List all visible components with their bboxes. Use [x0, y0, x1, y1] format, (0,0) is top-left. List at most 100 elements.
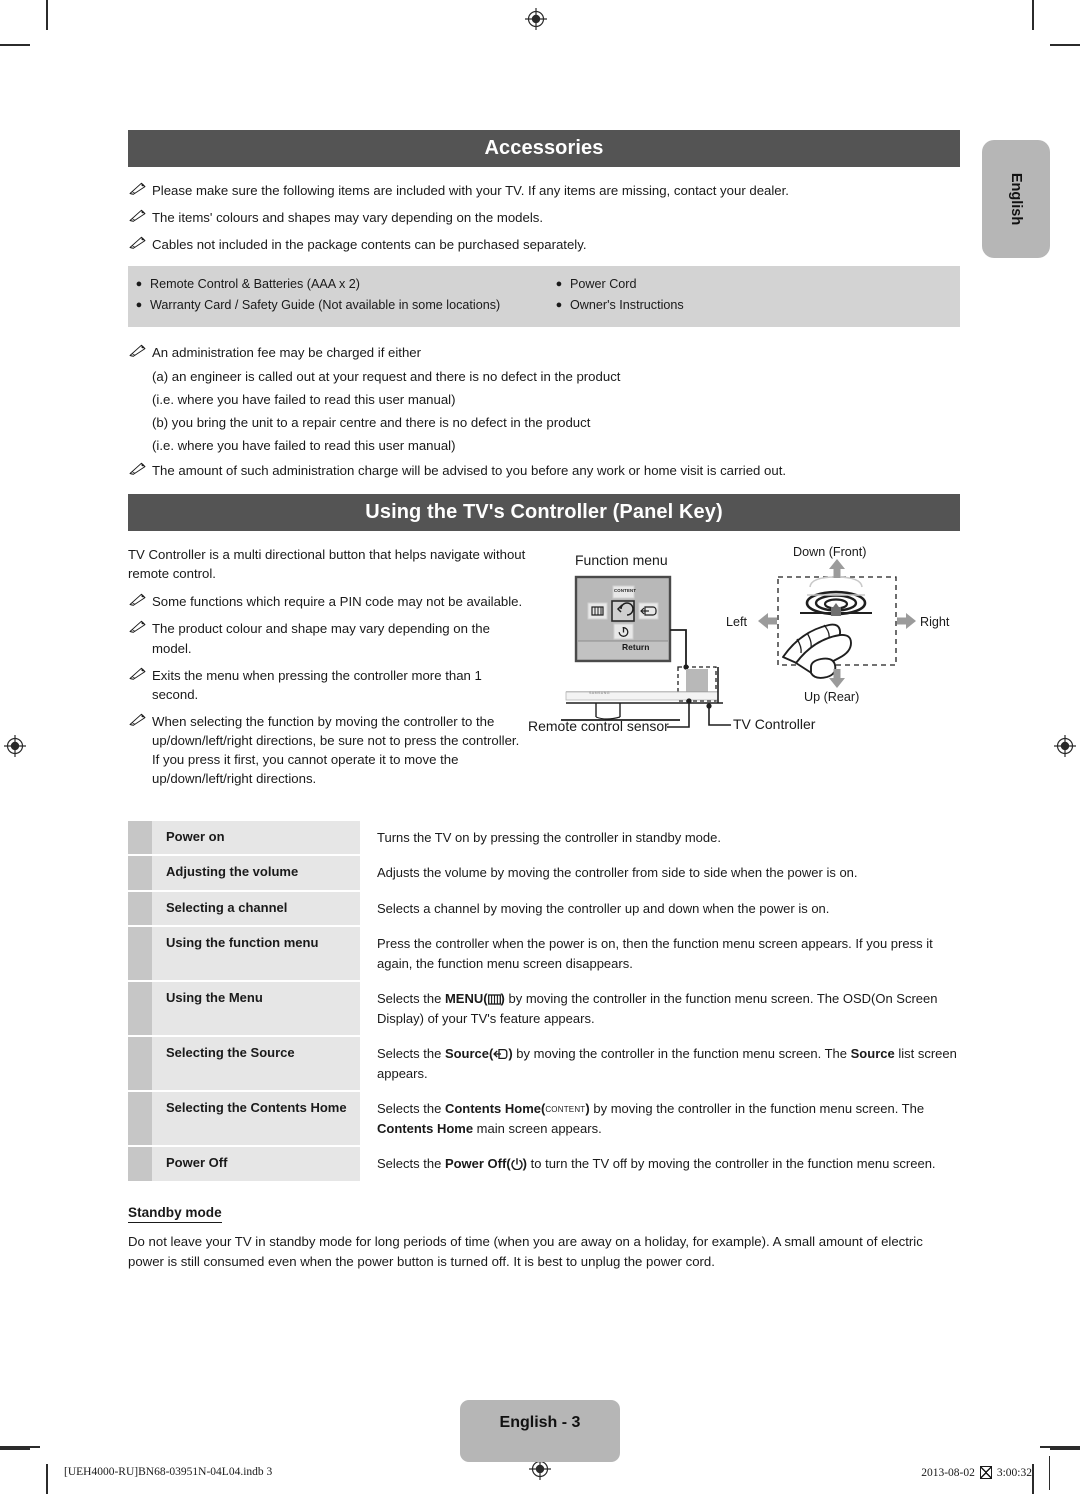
note-text: The items' colours and shapes may vary d…: [152, 210, 544, 226]
administration-fee-block: An administration fee may be charged if …: [128, 343, 960, 480]
tv-controller-diagram: Function menu Return CONTENT SAMSUNG Rem…: [528, 545, 960, 760]
row-label: Power Off: [152, 1147, 360, 1181]
controller-body: TV Controller is a multi directional but…: [128, 545, 960, 797]
footer-tick-right: [1048, 1456, 1050, 1490]
list-item-label: Warranty Card / Safety Guide (Not availa…: [150, 297, 501, 312]
pencil-icon: [128, 461, 148, 475]
row-gutter: [128, 820, 152, 855]
table-row: Adjusting the volume Adjusts the volume b…: [128, 856, 960, 890]
list-item-label: Power Cord: [570, 277, 637, 292]
fee-line: (i.e. where you have failed to read this…: [152, 437, 456, 453]
desc-text: Adjusts the volume by moving the control…: [377, 865, 858, 881]
direction-label-up: Up (Rear): [804, 689, 860, 704]
list-item: ● Warranty Card / Safety Guide (Not avai…: [128, 296, 540, 317]
controller-intro: TV Controller is a multi directional but…: [128, 546, 526, 582]
desc-text: Turns the TV on by pressing the controll…: [377, 829, 721, 845]
note-text: Exits the menu when pressing the control…: [152, 667, 482, 702]
standby-section: Standby mode Do not leave your TV in sta…: [128, 1183, 960, 1272]
row-gutter: [128, 1092, 152, 1146]
note-text: When selecting the function by moving th…: [152, 713, 520, 787]
note-text: An administration fee may be charged if …: [152, 345, 422, 361]
note-item: The product colour and shape may vary de…: [128, 619, 528, 657]
note-item: Exits the menu when pressing the control…: [128, 666, 528, 704]
row-label: Adjusting the volume: [152, 856, 360, 890]
language-side-tab-label: English: [1008, 172, 1024, 226]
crop-mark-tl-v: [46, 0, 48, 30]
table-row: Power on Turns the TV on by pressing the …: [128, 820, 960, 855]
footer-time: 3:00:32: [996, 1466, 1032, 1479]
emphasis-text: Power Off(: [444, 1156, 511, 1172]
accessories-column-left: ● Remote Control & Batteries (AAA x 2) ●…: [128, 275, 540, 316]
tv-controller-label: TV Controller: [733, 715, 816, 732]
note-item: When selecting the function by moving th…: [128, 712, 528, 789]
note-text: Cables not included in the package conte…: [152, 237, 587, 253]
bullet-icon: ●: [555, 278, 563, 291]
crop-mark-bl-h: [0, 1448, 30, 1450]
list-item-label: Owner's Instructions: [570, 297, 684, 312]
list-item-label: Remote Control & Batteries (AAA x 2): [150, 277, 360, 292]
table-row: Using the function menu Press the control…: [128, 927, 960, 981]
standby-heading: Standby mode: [128, 1205, 222, 1223]
list-item: ● Power Cord: [548, 275, 960, 296]
content-key-label: CONTENT: [614, 587, 637, 593]
row-label: Selecting the Contents Home: [152, 1092, 360, 1146]
desc-text: main screen appears.: [473, 1120, 602, 1136]
direction-label-left: Left: [726, 614, 748, 629]
accessories-column-right: ● Power Cord ● Owner's Instructions: [540, 275, 960, 316]
desc-text: by moving the controller in the function…: [589, 1101, 925, 1117]
desc-text: Selects the: [377, 1101, 445, 1117]
footer-date: 2013-08-02: [921, 1466, 975, 1479]
source-icon: [493, 1048, 508, 1060]
registration-mark-left: [4, 735, 26, 757]
note-item: The amount of such administration charge…: [128, 461, 960, 480]
page-number-label: English - 3: [499, 1414, 581, 1431]
bullet-icon: ●: [135, 278, 143, 291]
desc-text: Selects the: [377, 1156, 445, 1172]
emphasis-text: Source: [850, 1046, 895, 1062]
row-description: Adjusts the volume by moving the control…: [360, 856, 960, 890]
emphasis-text: MENU(: [444, 991, 488, 1007]
note-item: Cables not included in the package conte…: [128, 235, 960, 254]
return-key-label: Return: [622, 641, 650, 652]
desc-text: Press the controller when the power is o…: [377, 936, 933, 971]
note-text: The product colour and shape may vary de…: [152, 621, 490, 656]
desc-text: Selects the: [377, 991, 445, 1007]
missing-glyph-icon: [979, 1466, 992, 1479]
pencil-icon: [128, 712, 148, 726]
row-gutter: [128, 1147, 152, 1181]
language-side-tab: English: [982, 140, 1050, 258]
note-item: Please make sure the following items are…: [128, 181, 960, 200]
crop-mark-tl-h: [0, 44, 30, 46]
direction-label-right: Right: [920, 614, 950, 629]
fee-line: (i.e. where you have failed to read this…: [152, 391, 456, 407]
controller-text-column: TV Controller is a multi directional but…: [128, 545, 528, 797]
row-gutter: [128, 891, 152, 926]
row-gutter: [128, 1037, 152, 1091]
accessories-notes: Please make sure the following items are…: [128, 181, 960, 254]
power-icon: [511, 1158, 523, 1171]
standby-body-text: Do not leave your TV in standby mode for…: [128, 1233, 923, 1269]
row-label: Selecting a channel: [152, 891, 360, 926]
menu-icon: [487, 994, 501, 1005]
desc-text: to turn the TV off by moving the control…: [527, 1156, 936, 1172]
function-menu-label: Function menu: [575, 551, 668, 568]
note-text: Some functions which require a PIN code …: [152, 594, 523, 610]
list-item: ● Remote Control & Batteries (AAA x 2): [128, 275, 540, 296]
desc-text: by moving the controller in the function…: [512, 1046, 851, 1062]
table-row: Selecting a channel Selects a channel by …: [128, 891, 960, 926]
pencil-icon: [128, 666, 148, 680]
section-title-accessories: Accessories: [128, 130, 960, 167]
emphasis-text: Source(: [444, 1046, 494, 1062]
row-gutter: [128, 982, 152, 1036]
bullet-icon: ●: [135, 298, 143, 311]
footer-file-reference: [UEH4000-RU]BN68-03951N-04L04.indb 3: [64, 1466, 273, 1478]
row-label: Power on: [152, 820, 360, 855]
note-item: Some functions which require a PIN code …: [128, 592, 528, 611]
row-description: Selects the Source() by moving the contr…: [360, 1037, 960, 1090]
desc-text: Selects the: [377, 1046, 445, 1062]
crop-mark-bl-v: [46, 1464, 48, 1494]
footer-timestamp: 2013-08-02 3:00:32: [921, 1466, 1032, 1479]
row-description: Selects the Contents Home(CONTENT) by mo…: [360, 1092, 960, 1145]
row-description: Selects a channel by moving the controll…: [360, 892, 960, 926]
emphasis-text: Contents Home(: [444, 1101, 546, 1117]
